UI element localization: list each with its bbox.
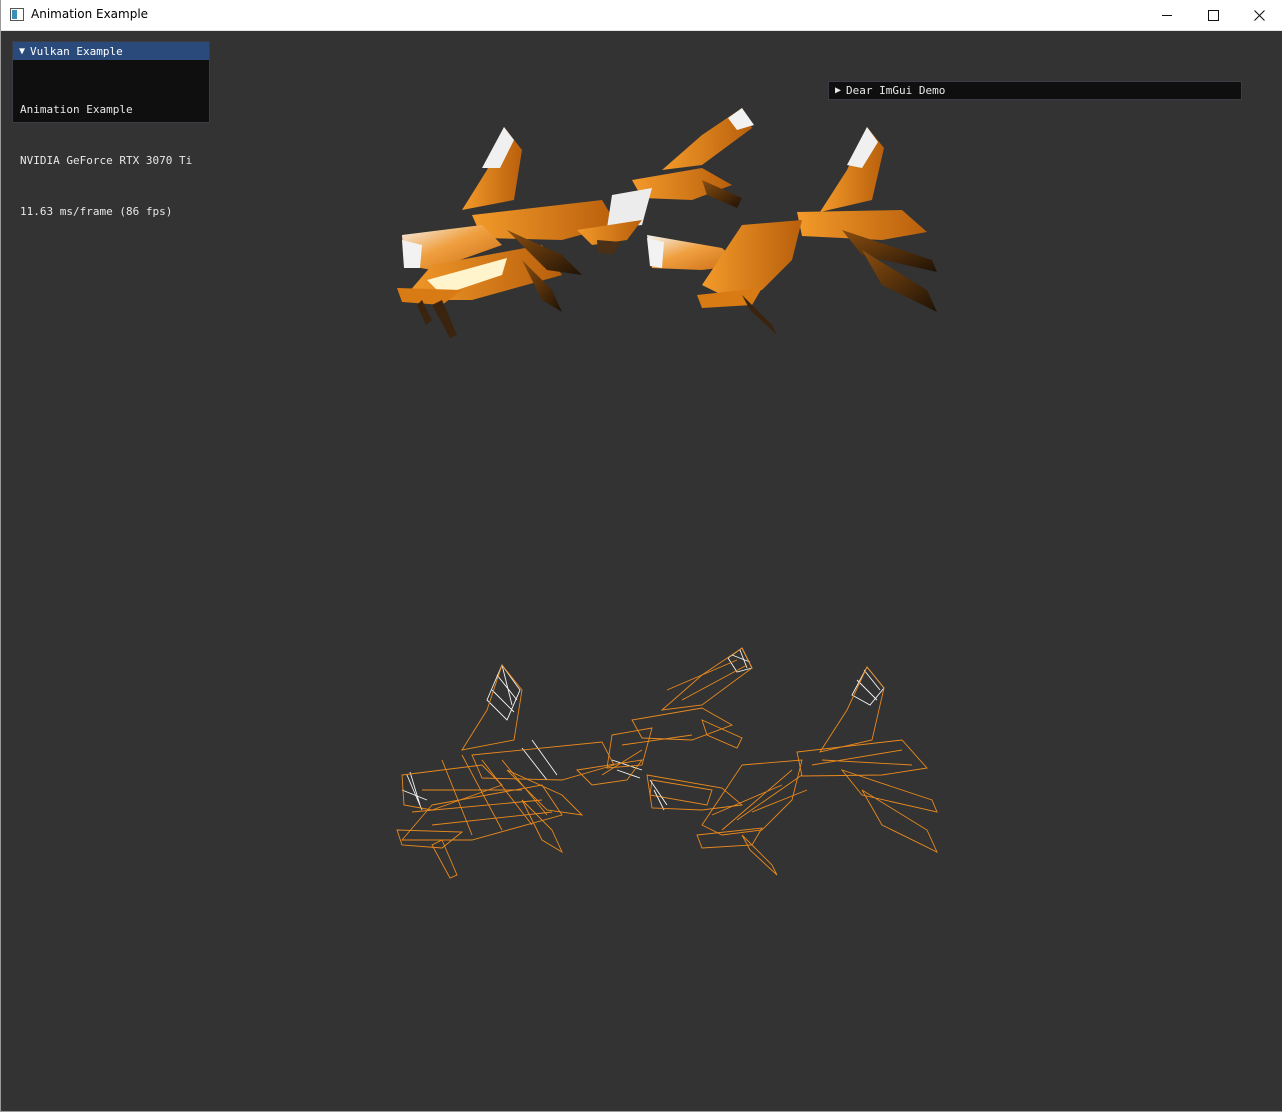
app-window: Animation Example ▼ Vulkan Example Anima… xyxy=(0,0,1282,1112)
imgui-demo-window[interactable]: ▶ Dear ImGui Demo xyxy=(828,81,1242,100)
triangle-down-icon[interactable]: ▼ xyxy=(19,46,25,57)
wireframe-creature-right xyxy=(646,666,938,876)
title-bar[interactable]: Animation Example xyxy=(1,0,1282,31)
vulkan-example-overlay[interactable]: ▼ Vulkan Example Animation Example NVIDI… xyxy=(12,41,210,218)
solid-model-group xyxy=(397,108,937,338)
close-icon xyxy=(1253,9,1265,21)
wireframe-model-group xyxy=(396,647,938,879)
triangle-right-icon[interactable]: ▶ xyxy=(835,85,841,96)
close-button[interactable] xyxy=(1236,0,1282,30)
solid-creature-center xyxy=(577,108,754,255)
wireframe-creature-center xyxy=(576,647,753,806)
overlay-title: Vulkan Example xyxy=(30,44,123,58)
window-title: Animation Example xyxy=(31,7,149,21)
maximize-button[interactable] xyxy=(1190,0,1236,30)
minimize-button[interactable] xyxy=(1144,0,1190,30)
overlay-header[interactable]: ▼ Vulkan Example xyxy=(13,42,209,60)
app-window-icon xyxy=(10,8,24,21)
overlay-line-frametime: 11.63 ms/frame (86 fps) xyxy=(20,205,173,218)
maximize-icon xyxy=(1207,9,1219,21)
overlay-line-app-name: Animation Example xyxy=(20,103,133,116)
render-viewport[interactable]: ▼ Vulkan Example Animation Example NVIDI… xyxy=(2,31,1282,1111)
overlay-line-gpu: NVIDIA GeForce RTX 3070 Ti xyxy=(20,154,193,167)
wireframe-creature-left xyxy=(396,664,615,879)
minimize-icon xyxy=(1162,14,1172,16)
imgui-demo-title: Dear ImGui Demo xyxy=(846,84,946,97)
